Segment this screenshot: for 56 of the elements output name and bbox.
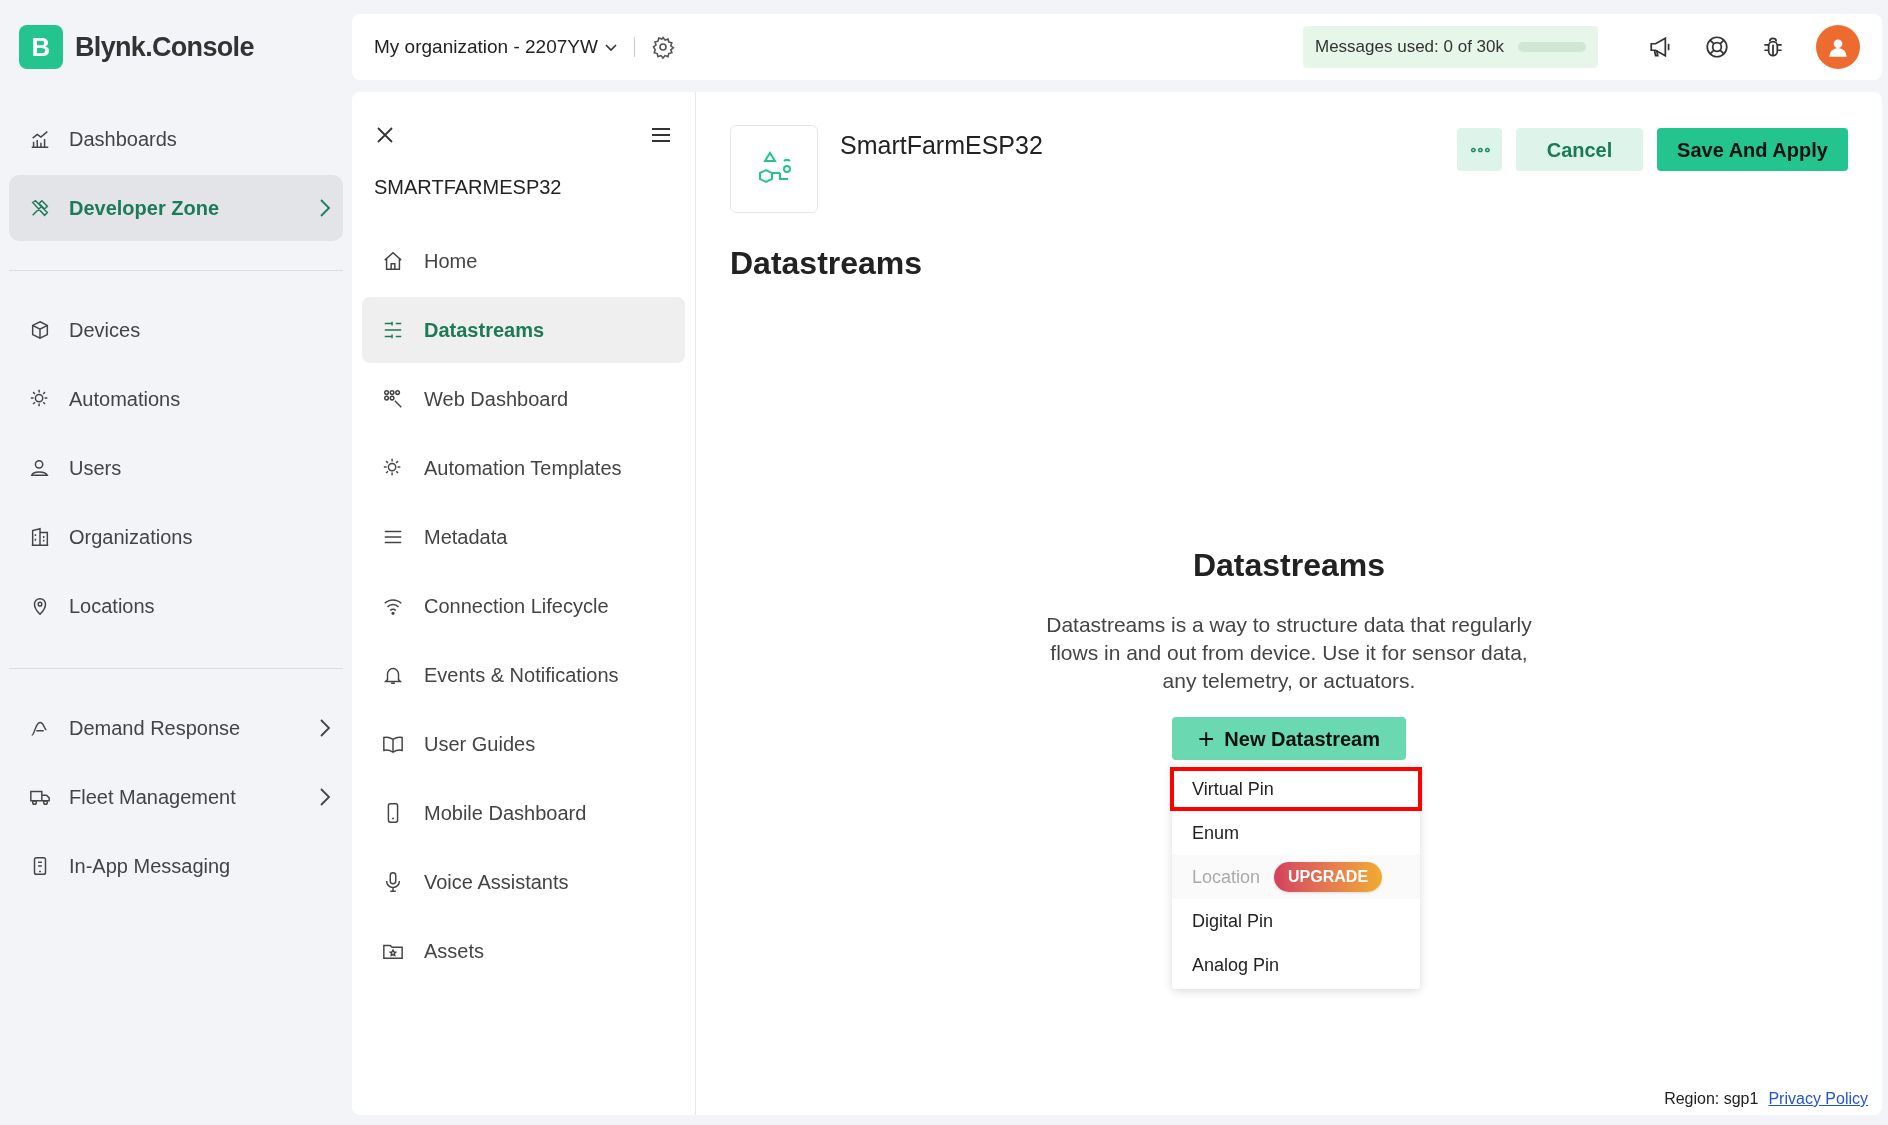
sliders-icon xyxy=(382,319,404,341)
template-menu-item[interactable]: Automation Templates xyxy=(362,435,685,501)
save-and-apply-button[interactable]: Save And Apply xyxy=(1657,128,1848,171)
chevron-right-icon xyxy=(319,787,331,807)
empty-state-heading: Datastreams xyxy=(1192,546,1386,585)
sidebar-item[interactable]: Organizations xyxy=(9,504,343,570)
sidebar-item[interactable]: Locations xyxy=(9,573,343,639)
template-menu-item[interactable]: Metadata xyxy=(362,504,685,570)
template-menu-item[interactable]: Assets xyxy=(362,918,685,984)
grid-cursor-icon xyxy=(382,388,404,410)
template-name: SMARTFARMESP32 xyxy=(373,175,563,200)
empty-state-description: Datastreams is a way to structure data that regularly flows in and out from device. Use it for sensor data, any telemetry, or actuators. xyxy=(1045,612,1533,694)
brand-name: Blynk.Console xyxy=(75,30,254,64)
sidebar-item[interactable]: Developer Zone xyxy=(9,175,343,241)
menu-item[interactable]: Analog Pin xyxy=(1172,943,1420,987)
new-datastream-button[interactable]: + New Datastream xyxy=(1172,717,1406,760)
cancel-button[interactable]: Cancel xyxy=(1516,128,1643,171)
sidebar-item[interactable]: Automations xyxy=(9,366,343,432)
logo-icon: B xyxy=(19,25,63,69)
tools-icon xyxy=(29,197,51,219)
chevron-right-icon xyxy=(319,198,331,218)
chevron-right-icon xyxy=(319,718,331,738)
building-icon xyxy=(29,526,51,548)
more-button[interactable]: ∘∘∘ xyxy=(1457,128,1502,171)
template-menu-item[interactable]: Mobile Dashboard xyxy=(362,780,685,846)
organization-dropdown[interactable]: My organization - 2207YW xyxy=(374,32,618,62)
bar-chart-icon xyxy=(29,128,51,150)
template-menu-item[interactable]: Voice Assistants xyxy=(362,849,685,915)
settings-icon[interactable] xyxy=(650,35,675,59)
template-menu-item[interactable]: User Guides xyxy=(362,711,685,777)
help-icon[interactable] xyxy=(1704,34,1730,60)
page-title: Datastreams xyxy=(730,244,924,283)
menu-icon[interactable] xyxy=(651,127,671,143)
home-icon xyxy=(382,250,404,272)
template-menu-item[interactable]: Events & Notifications xyxy=(362,642,685,708)
template-menu-item[interactable]: Connection Lifecycle xyxy=(362,573,685,639)
sidebar-item[interactable]: Devices xyxy=(9,297,343,363)
cube-icon xyxy=(29,319,51,341)
messages-used-label: Messages used: 0 of 30k xyxy=(1315,36,1504,59)
region-label: Region: sgp1 xyxy=(1664,1089,1759,1109)
avatar-icon[interactable] xyxy=(1816,25,1860,69)
template-menu-item[interactable]: Datastreams xyxy=(362,297,685,363)
sidebar-item[interactable]: Dashboards xyxy=(9,106,343,172)
close-icon[interactable] xyxy=(376,126,394,144)
menu-item[interactable]: Virtual Pin xyxy=(1170,767,1422,811)
menu-item[interactable]: Enum xyxy=(1172,811,1420,855)
user-icon xyxy=(29,457,51,479)
template-menu-item[interactable]: Web Dashboard xyxy=(362,366,685,432)
sidebar-item[interactable]: Users xyxy=(9,435,343,501)
privacy-policy-link[interactable]: Privacy Policy xyxy=(1768,1087,1868,1111)
menu-item[interactable]: Digital Pin xyxy=(1172,899,1420,943)
sidebar-item[interactable]: Fleet Management xyxy=(9,764,343,830)
template-title: SmartFarmESP32 xyxy=(840,130,1043,161)
template-menu-item[interactable]: Home xyxy=(362,228,685,294)
sidebar-item[interactable]: Demand Response xyxy=(9,695,343,761)
sidebar-item[interactable]: In-App Messaging xyxy=(9,833,343,899)
